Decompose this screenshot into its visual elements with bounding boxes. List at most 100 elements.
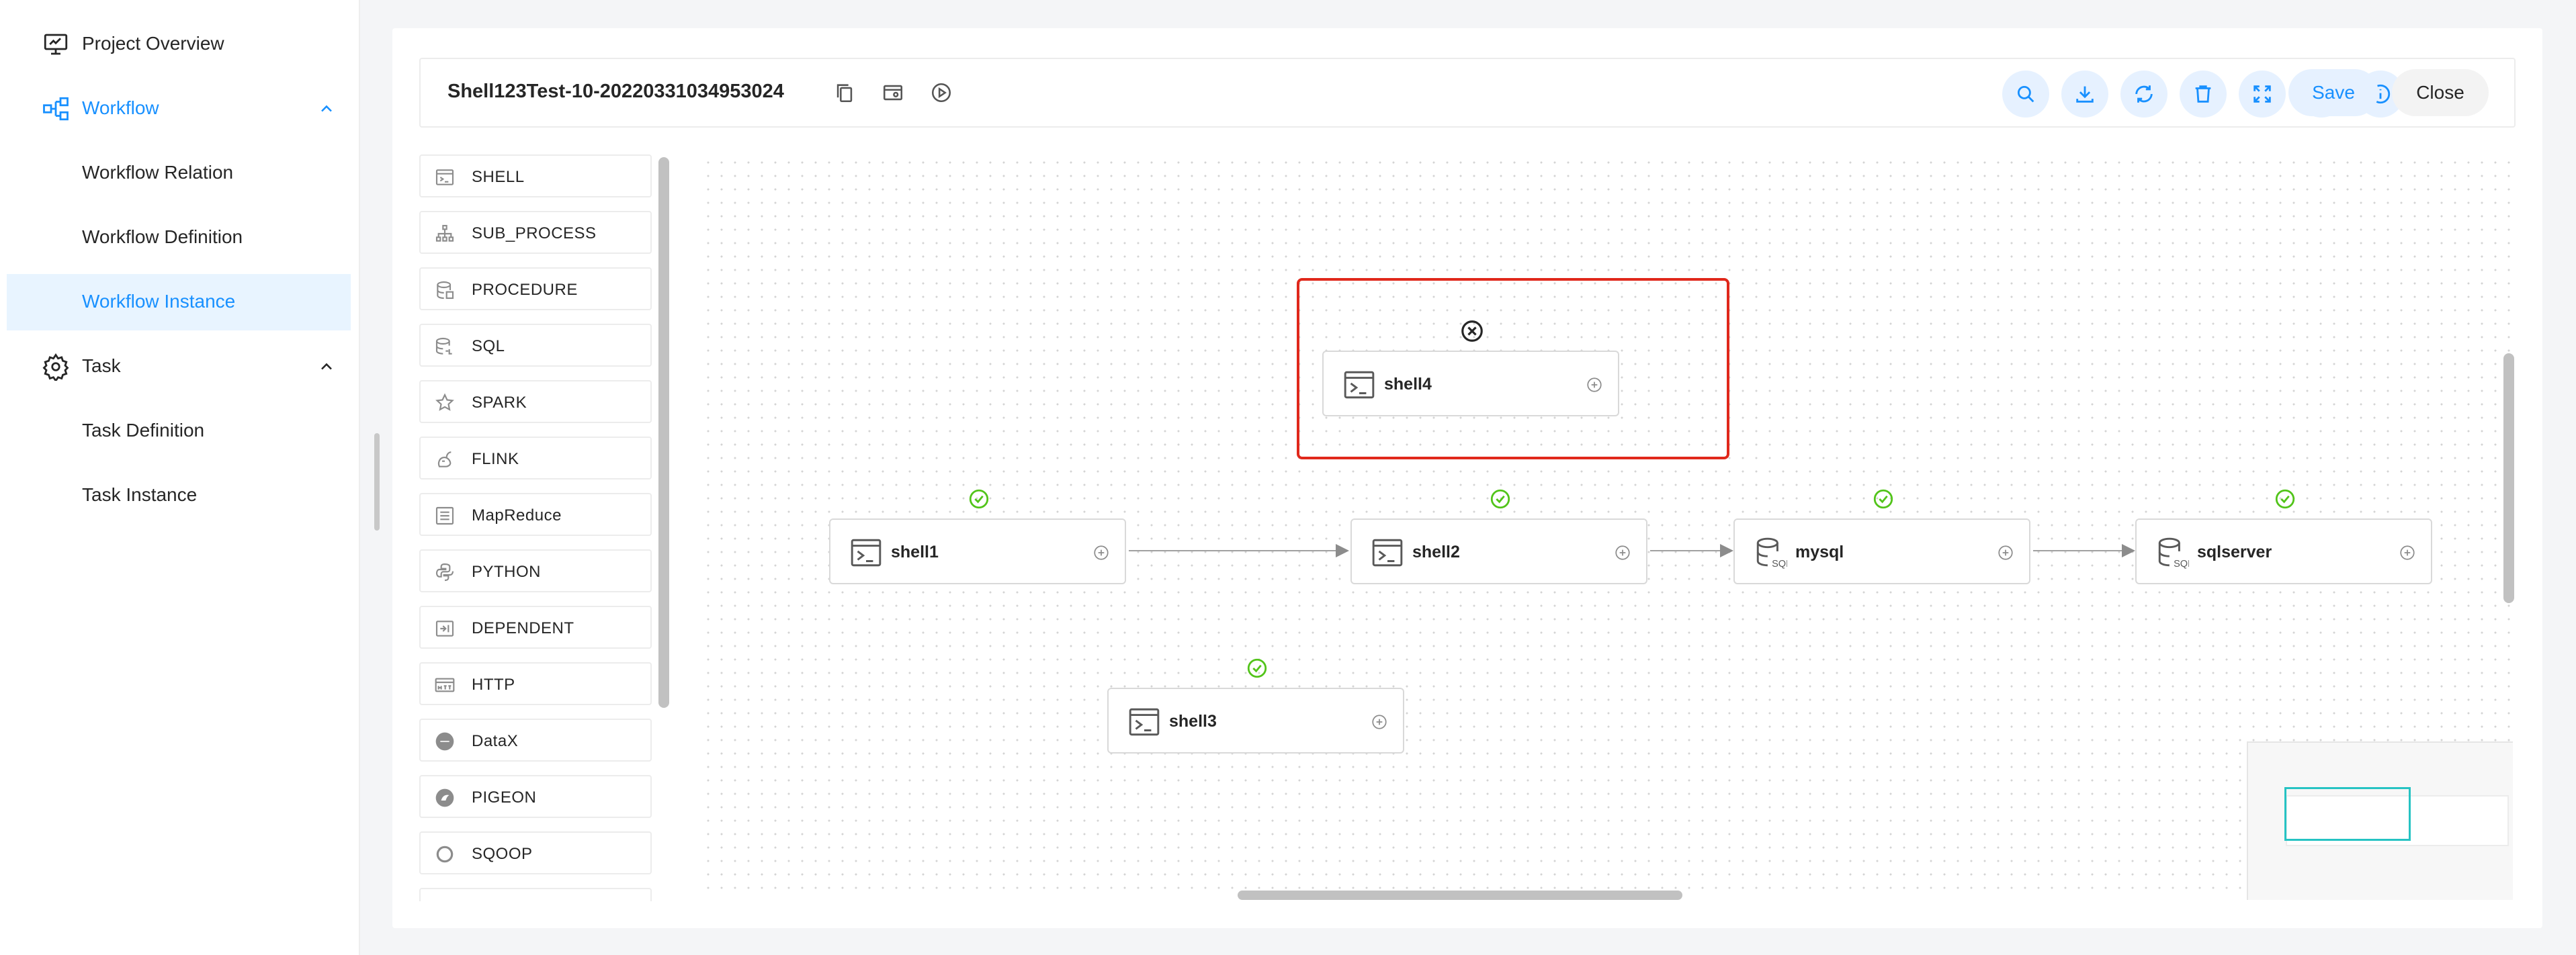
dependent-icon	[435, 621, 454, 637]
sidebar-item-task-instance[interactable]: Task Instance	[7, 467, 351, 524]
dag-node-shell1[interactable]: shell1	[829, 518, 1126, 584]
sidebar-item-task[interactable]: Task	[7, 338, 351, 395]
palette-item-http[interactable]: HTTP	[419, 662, 652, 705]
fullscreen-icon	[2253, 85, 2271, 103]
palette-item-pigeon[interactable]: PIGEON	[419, 775, 652, 818]
terminal-icon	[435, 169, 454, 185]
sidebar-item-task-definition[interactable]: Task Definition	[7, 403, 351, 459]
add-circle-icon[interactable]	[1092, 544, 1110, 561]
pigeon-icon	[435, 788, 454, 807]
dag-node-shell2[interactable]: shell2	[1350, 518, 1647, 584]
terminal-icon	[1344, 371, 1375, 399]
node-label: mysql	[1795, 543, 1844, 561]
success-check-icon	[1490, 489, 1510, 509]
palette-item-label: FLINK	[472, 450, 519, 468]
success-check-icon	[969, 489, 989, 509]
palette-scrollbar[interactable]	[658, 157, 669, 708]
palette-item-label: SUB_PROCESS	[472, 224, 597, 242]
sidebar-item-workflow[interactable]: Workflow	[7, 81, 351, 137]
palette-item-mapreduce[interactable]: MapReduce	[419, 493, 652, 536]
sql-database-icon	[435, 337, 452, 355]
settings-window-icon[interactable]	[882, 81, 904, 104]
palette-item-label: SQOOP	[472, 845, 533, 863]
close-circle-icon[interactable]	[1459, 318, 1485, 344]
add-circle-icon[interactable]	[1371, 713, 1388, 731]
canvas-horizontal-scrollbar[interactable]	[1238, 891, 1682, 900]
workflow-icon	[43, 97, 69, 121]
palette-item-label: MapReduce	[472, 506, 562, 525]
sidebar-item-label: Workflow Definition	[82, 226, 243, 247]
palette-item-partial[interactable]	[419, 888, 652, 901]
delete-button[interactable]	[2180, 71, 2227, 118]
sidebar-item-workflow-relation[interactable]: Workflow Relation	[7, 145, 351, 201]
add-circle-icon[interactable]	[1586, 376, 1603, 394]
task-palette: SHELL SUB_PROCESS PROCEDURE SQL SPARK FL…	[419, 154, 654, 901]
sqoop-icon	[436, 846, 454, 863]
palette-item-sub-process[interactable]: SUB_PROCESS	[419, 211, 652, 254]
node-label: shell4	[1384, 375, 1432, 394]
success-check-icon	[1873, 489, 1893, 509]
canvas-vertical-scrollbar[interactable]	[2503, 353, 2514, 603]
add-circle-icon[interactable]	[1997, 544, 2014, 561]
sql-database-icon: SQL	[1756, 537, 1787, 570]
http-icon	[435, 678, 455, 692]
search-button[interactable]	[2002, 71, 2049, 118]
palette-item-python[interactable]: PYTHON	[419, 549, 652, 592]
svg-text:SQL: SQL	[1772, 559, 1787, 570]
copy-icon[interactable]	[833, 81, 856, 104]
sitemap-icon	[435, 224, 454, 242]
node-label: shell1	[891, 543, 939, 561]
canvas-minimap[interactable]	[2247, 741, 2513, 900]
palette-item-procedure[interactable]: PROCEDURE	[419, 267, 652, 310]
palette-item-flink[interactable]: FLINK	[419, 437, 652, 480]
node-label: shell3	[1169, 712, 1217, 731]
palette-item-label: SHELL	[472, 168, 525, 186]
chevron-up-icon[interactable]	[317, 357, 336, 376]
add-circle-icon[interactable]	[2399, 544, 2416, 561]
palette-item-sqoop[interactable]: SQOOP	[419, 831, 652, 874]
sidebar-item-label: Workflow Relation	[82, 162, 234, 183]
chevron-up-icon[interactable]	[317, 99, 336, 118]
search-icon	[2017, 85, 2034, 103]
palette-item-dependent[interactable]: DEPENDENT	[419, 606, 652, 649]
sidebar-scrollbar[interactable]	[374, 433, 380, 531]
presentation-chart-icon	[44, 34, 68, 55]
play-circle-icon[interactable]	[930, 81, 953, 104]
dag-node-sqlserver[interactable]: SQL sqlserver	[2135, 518, 2432, 584]
palette-item-sql[interactable]: SQL	[419, 324, 652, 367]
sidebar: Project Overview Workflow Workflow Relat…	[0, 0, 360, 955]
node-label: sqlserver	[2197, 543, 2272, 561]
gear-icon	[42, 353, 69, 381]
minimap-viewport[interactable]	[2284, 787, 2411, 841]
sidebar-item-workflow-definition[interactable]: Workflow Definition	[7, 210, 351, 266]
trash-icon	[2195, 85, 2211, 103]
terminal-icon	[1372, 539, 1403, 567]
palette-item-shell[interactable]: SHELL	[419, 154, 652, 197]
palette-item-datax[interactable]: DataX	[419, 719, 652, 762]
palette-item-spark[interactable]: SPARK	[419, 380, 652, 423]
fullscreen-button[interactable]	[2239, 71, 2286, 118]
palette-item-label: PYTHON	[472, 563, 542, 581]
dag-node-mysql[interactable]: SQL mysql	[1733, 518, 2030, 584]
palette-item-label: SPARK	[472, 394, 527, 412]
close-button[interactable]: Close	[2392, 69, 2489, 116]
sidebar-item-project-overview[interactable]: Project Overview	[7, 16, 351, 73]
terminal-icon	[851, 539, 882, 567]
sidebar-item-label: Task Instance	[82, 484, 198, 505]
mapreduce-icon	[435, 506, 454, 525]
sidebar-item-label: Workflow Instance	[82, 291, 236, 312]
node-label: shell2	[1412, 543, 1460, 561]
download-button[interactable]	[2061, 71, 2108, 118]
sidebar-item-workflow-instance[interactable]: Workflow Instance	[7, 274, 351, 330]
dag-canvas[interactable]: shell4 shell1 shell2 SQL mysql SQL sqlse…	[701, 156, 2513, 900]
datax-icon	[435, 732, 454, 751]
palette-item-label: PIGEON	[472, 788, 537, 807]
dag-node-shell3[interactable]: shell3	[1107, 688, 1404, 754]
add-circle-icon[interactable]	[1614, 544, 1631, 561]
palette-item-label: DataX	[472, 732, 519, 750]
dag-node-shell4[interactable]: shell4	[1322, 351, 1619, 416]
sidebar-item-label: Project Overview	[82, 33, 224, 54]
save-button[interactable]: Save	[2288, 69, 2378, 116]
refresh-button[interactable]	[2120, 71, 2167, 118]
success-check-icon	[2275, 489, 2295, 509]
